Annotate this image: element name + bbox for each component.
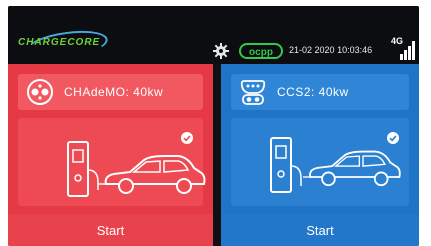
- charging-illustration: [231, 118, 409, 206]
- connector-panel-ccs2: CCS2: 40kw Start: [221, 64, 419, 246]
- date-time: 21-02 2020 10:03:46: [289, 45, 372, 55]
- charging-station-icon: [270, 137, 302, 193]
- check-icon: [181, 132, 193, 144]
- logo-text: CHARGECORE: [18, 37, 101, 48]
- brand-logo: CHARGECORE: [18, 26, 110, 64]
- panel-divider: [213, 64, 221, 246]
- signal-bar: [400, 54, 403, 60]
- signal-strength-icon: 4G: [391, 36, 417, 60]
- car-icon: [98, 155, 206, 194]
- connector-label: CHAdeMO: 40kw: [64, 85, 164, 99]
- start-button-chademo[interactable]: Start: [8, 214, 213, 246]
- connector-panel-chademo: CHAdeMO: 40kw Start: [8, 64, 213, 246]
- network-type: 4G: [391, 36, 404, 46]
- ccs2-plug-icon: [240, 80, 266, 105]
- connector-header: CHAdeMO: 40kw: [18, 74, 203, 110]
- chademo-plug-icon: [27, 79, 53, 105]
- connector-label: CCS2: 40kw: [277, 85, 349, 99]
- status-bar: CHARGECORE ocpp 21-02 2020 10:03:46 4G: [8, 6, 419, 64]
- charger-screen: CHARGECORE ocpp 21-02 2020 10:03:46 4G C…: [8, 6, 419, 246]
- car-icon: [303, 150, 401, 187]
- signal-bar: [408, 46, 411, 60]
- check-icon: [387, 132, 399, 144]
- date-text: 21-02 2020: [289, 45, 335, 55]
- signal-bar: [412, 41, 415, 60]
- gear-icon[interactable]: [213, 43, 229, 59]
- time-text: 10:03:46: [337, 45, 373, 55]
- charging-illustration: [18, 118, 206, 206]
- ocpp-badge: ocpp: [239, 43, 283, 59]
- start-button-ccs2[interactable]: Start: [221, 214, 419, 246]
- signal-bar: [404, 50, 407, 60]
- connector-header: CCS2: 40kw: [231, 74, 409, 110]
